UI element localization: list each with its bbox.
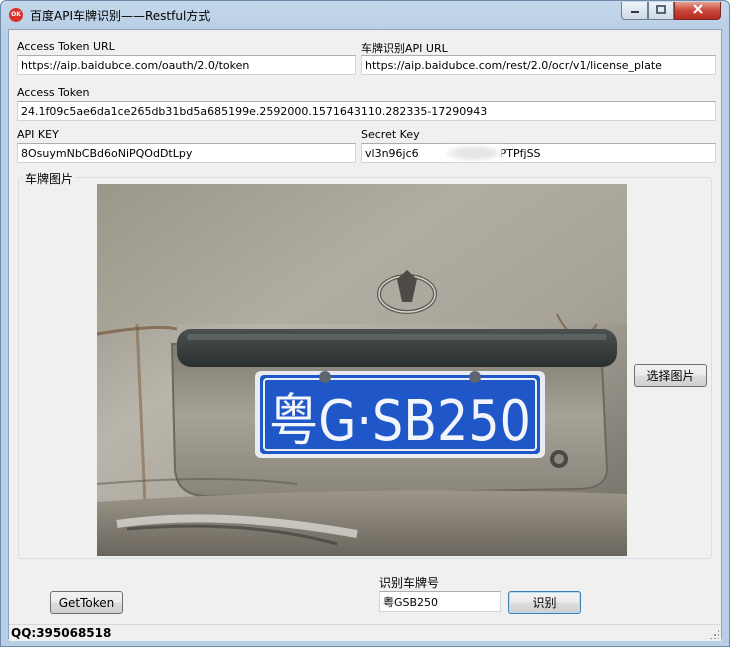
redaction-blur (446, 145, 502, 161)
token-url-label: Access Token URL (17, 40, 115, 53)
plate-text: 粤G·SB250 (269, 389, 531, 454)
token-url-input[interactable] (17, 55, 356, 75)
app-icon: OK (9, 8, 23, 22)
minimize-icon (630, 4, 640, 17)
close-icon (692, 4, 703, 17)
plate-api-url-label: 车牌识别API URL (361, 42, 448, 55)
status-text: QQ:395068518 (11, 626, 112, 640)
client-area: Access Token URL 车牌识别API URL Access Toke… (8, 29, 722, 641)
plate-image-group-title: 车牌图片 (23, 170, 76, 187)
access-token-label: Access Token (17, 86, 90, 99)
status-bar: QQ:395068518 (9, 624, 721, 641)
maximize-icon (656, 4, 666, 17)
api-key-label: API KEY (17, 128, 59, 141)
license-plate: 粤G·SB250 (255, 371, 545, 458)
minimize-button[interactable] (621, 2, 648, 20)
plate-image: 粤G·SB250 (97, 184, 627, 556)
api-key-input[interactable] (17, 143, 356, 163)
secret-key-input[interactable] (361, 143, 716, 163)
secret-key-label: Secret Key (361, 128, 420, 141)
recognize-button[interactable]: 识别 (508, 591, 581, 614)
title-bar[interactable]: OK 百度API车牌识别——Restful方式 (1, 1, 729, 29)
app-window: OK 百度API车牌识别——Restful方式 Access Token URL… (0, 0, 730, 647)
get-token-button[interactable]: GetToken (50, 591, 123, 614)
resize-grip-icon[interactable] (709, 629, 719, 639)
plate-number-label: 识别车牌号 (379, 576, 440, 590)
access-token-input[interactable] (17, 101, 716, 121)
close-button[interactable] (674, 2, 721, 20)
window-title: 百度API车牌识别——Restful方式 (30, 9, 211, 23)
plate-api-url-input[interactable] (361, 55, 716, 75)
select-image-button[interactable]: 选择图片 (634, 364, 707, 387)
plate-number-result[interactable] (379, 591, 501, 612)
maximize-button[interactable] (648, 2, 674, 20)
